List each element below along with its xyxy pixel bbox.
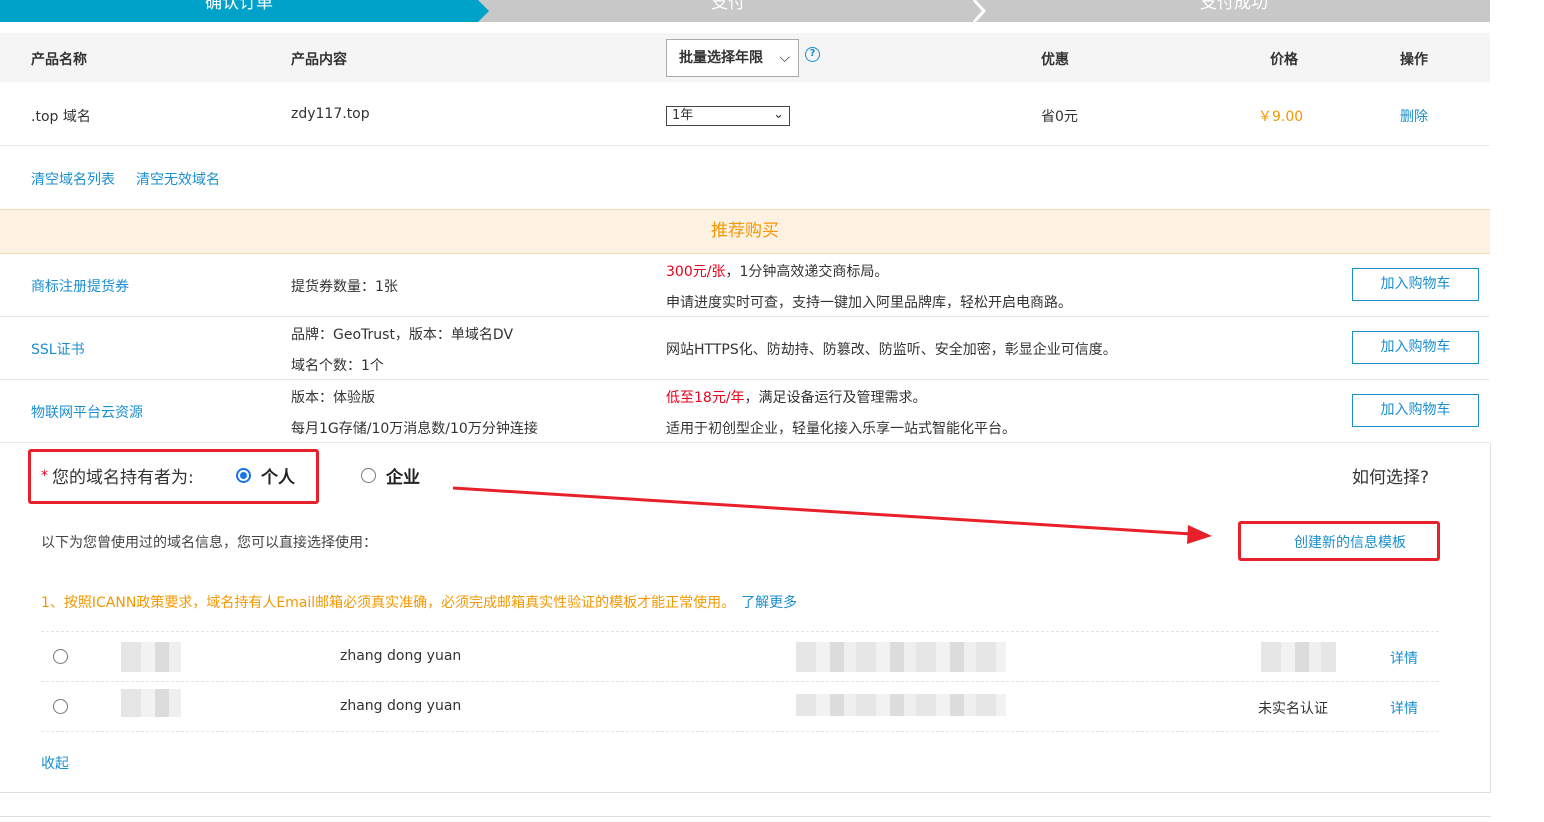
annotation-arrow-icon bbox=[452, 486, 1212, 544]
